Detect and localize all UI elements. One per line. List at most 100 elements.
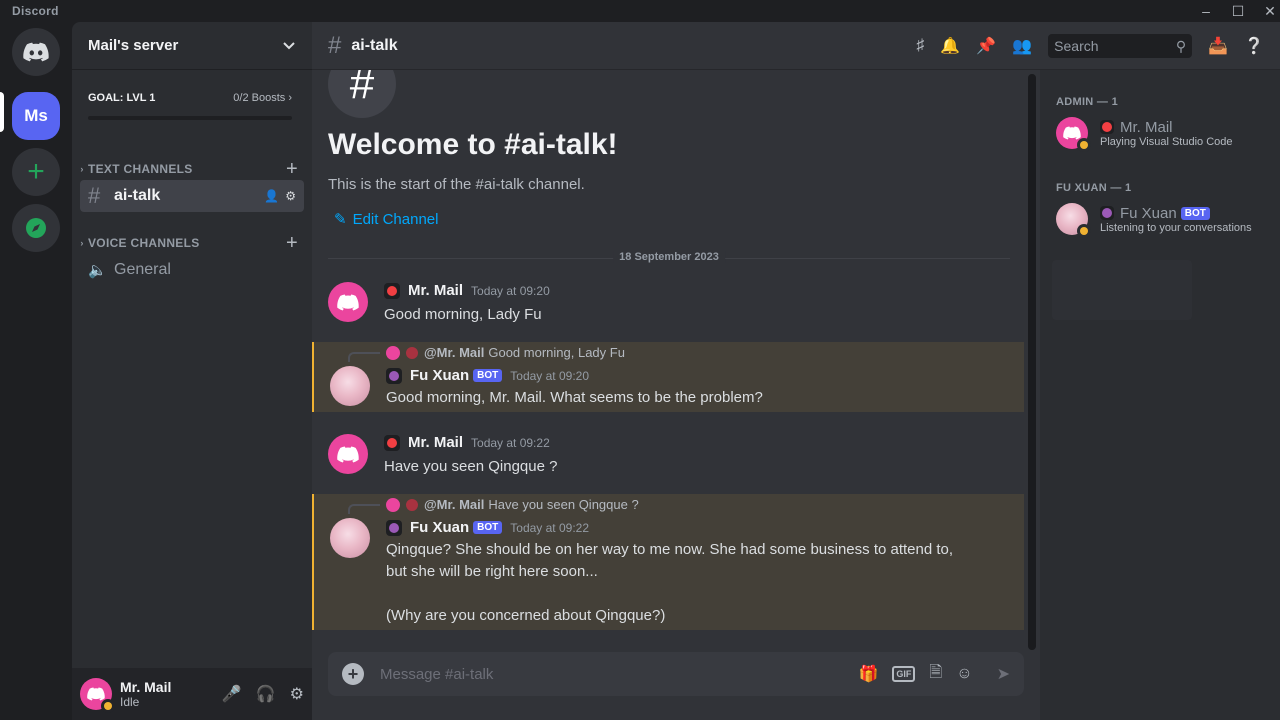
- message-text: Good morning, Lady Fu: [384, 306, 542, 323]
- member-activity: Listening to your conversations: [1100, 221, 1252, 234]
- avatar[interactable]: [328, 434, 368, 474]
- category-label: TEXT CHANNELS: [88, 162, 193, 176]
- avatar[interactable]: [80, 678, 115, 713]
- goal-label: GOAL: LVL 1: [88, 92, 156, 104]
- headphones-icon[interactable]: 🎧: [256, 684, 276, 704]
- pinned-messages-icon[interactable]: 📌: [976, 36, 996, 56]
- member-list-icon[interactable]: 👥: [1012, 36, 1032, 56]
- user-settings-gear-icon[interactable]: ⚙: [290, 684, 304, 704]
- message-item[interactable]: @Mr. Mail Have you seen Qingque ? Fu Xua…: [312, 494, 1024, 630]
- upload-plus-icon[interactable]: +: [342, 663, 364, 685]
- search-icon: ⚲: [1175, 37, 1187, 54]
- author-name[interactable]: Fu Xuan: [410, 519, 469, 536]
- create-channel-plus-icon[interactable]: +: [286, 232, 298, 255]
- reply-text: Good morning, Lady Fu: [488, 345, 625, 360]
- scrollbar-thumb[interactable]: [1028, 74, 1036, 650]
- maximize-button[interactable]: ☐: [1222, 0, 1254, 22]
- compass-icon: [26, 218, 46, 238]
- chat-area: # ai-talk ♯ 🔔 📌 👥 Search ⚲ 📥 ❔ # Welcome…: [312, 22, 1280, 720]
- idle-status-icon: [1077, 224, 1091, 238]
- server-icon-mails-server[interactable]: Ms: [12, 92, 60, 140]
- notification-bell-icon[interactable]: 🔔: [940, 36, 960, 56]
- send-icon[interactable]: ➤: [997, 664, 1010, 684]
- message-text: Qingque? She should be on her way to me …: [386, 541, 954, 624]
- add-server-button[interactable]: +: [12, 148, 60, 196]
- timestamp: Today at 09:22: [510, 520, 590, 535]
- role-icon: [384, 282, 400, 299]
- welcome-title: Welcome to #ai-talk!: [328, 128, 618, 161]
- server-rail: Ms +: [0, 22, 72, 720]
- bot-badge: BOT: [473, 369, 503, 382]
- edit-channel-label: Edit Channel: [352, 210, 439, 228]
- active-server-indicator: [0, 92, 4, 132]
- avatar: [1056, 117, 1091, 152]
- username: Mr. Mail: [120, 679, 172, 695]
- timestamp: Today at 09:20: [510, 368, 590, 383]
- sticker-icon[interactable]: 🗎: [929, 661, 942, 688]
- author-name[interactable]: Mr. Mail: [408, 434, 463, 451]
- discord-logo-icon: [87, 687, 105, 701]
- bot-badge: BOT: [1180, 206, 1210, 220]
- emoji-icon[interactable]: ☺: [956, 665, 972, 683]
- pencil-icon: ✎: [334, 211, 347, 228]
- app-name: Discord: [12, 4, 59, 18]
- member-item[interactable]: Mr. Mail Playing Visual Studio Code: [1056, 112, 1272, 154]
- avatar[interactable]: [328, 282, 368, 322]
- create-channel-plus-icon[interactable]: +: [286, 158, 298, 181]
- message-text: Have you seen Qingque ?: [384, 458, 558, 475]
- boost-goal[interactable]: GOAL: LVL 1 0/2 Boosts ›: [88, 92, 292, 120]
- scrollbar[interactable]: [1028, 74, 1036, 650]
- server-header[interactable]: Mail's server: [72, 22, 312, 70]
- threads-icon[interactable]: ♯: [916, 37, 924, 55]
- welcome-subtitle: This is the start of the #ai-talk channe…: [328, 176, 585, 193]
- inbox-icon[interactable]: 📥: [1208, 36, 1228, 56]
- avatar[interactable]: [330, 518, 370, 558]
- edit-channel-link[interactable]: ✎ Edit Channel: [334, 210, 439, 229]
- channel-sidebar: Mail's server GOAL: LVL 1 0/2 Boosts › ›…: [72, 22, 312, 720]
- category-text-channels[interactable]: › TEXT CHANNELS +: [76, 158, 308, 181]
- invite-member-icon[interactable]: 👤: [264, 189, 279, 203]
- gif-button[interactable]: GIF: [892, 666, 916, 682]
- message-list[interactable]: # Welcome to #ai-talk! This is the start…: [312, 70, 1040, 652]
- reply-author: @Mr. Mail: [424, 345, 485, 360]
- reply-text: Have you seen Qingque ?: [488, 497, 639, 512]
- reply-preview[interactable]: @Mr. Mail Good morning, Lady Fu: [386, 345, 625, 360]
- boost-progress-bar: [88, 116, 292, 120]
- avatar[interactable]: [330, 366, 370, 406]
- help-icon[interactable]: ❔: [1244, 36, 1264, 56]
- reply-avatar: [386, 497, 400, 512]
- gift-icon[interactable]: 🎁: [858, 664, 878, 684]
- channel-item-general[interactable]: 🔈 General: [80, 254, 304, 286]
- author-name[interactable]: Fu Xuan: [410, 367, 469, 384]
- role-icon: [386, 367, 402, 384]
- role-icon: [386, 519, 402, 536]
- microphone-icon[interactable]: 🎤: [222, 684, 242, 704]
- explore-servers-button[interactable]: [12, 204, 60, 252]
- text-channel-hash-icon: #: [328, 31, 342, 59]
- member-item[interactable]: Fu Xuan BOT Listening to your conversati…: [1056, 198, 1272, 240]
- message-item[interactable]: Mr. Mail Today at 09:22 Have you seen Qi…: [312, 426, 1024, 492]
- close-window-button[interactable]: ✕: [1254, 0, 1280, 22]
- user-panel: Mr. Mail Idle 🎤 🎧 ⚙: [72, 668, 312, 720]
- channel-item-ai-talk[interactable]: # ai-talk 👤 ⚙: [80, 180, 304, 212]
- chevron-down-icon: ›: [80, 238, 84, 248]
- channel-settings-gear-icon[interactable]: ⚙: [285, 189, 296, 203]
- category-voice-channels[interactable]: › VOICE CHANNELS +: [76, 232, 308, 255]
- server-initials: Ms: [24, 106, 48, 125]
- channel-title: ai-talk: [351, 36, 398, 54]
- message-composer[interactable]: + Message #ai-talk 🎁 GIF 🗎 ☺ ➤: [328, 652, 1024, 696]
- message-input[interactable]: Message #ai-talk: [380, 666, 858, 683]
- discord-logo-icon: [337, 294, 359, 310]
- timestamp: Today at 09:22: [471, 435, 550, 450]
- search-input[interactable]: Search ⚲: [1048, 34, 1193, 58]
- bot-badge: BOT: [473, 521, 503, 534]
- role-icon: [1100, 120, 1114, 134]
- reply-preview[interactable]: @Mr. Mail Have you seen Qingque ?: [386, 497, 639, 512]
- direct-messages-button[interactable]: [12, 28, 60, 76]
- message-item[interactable]: Mr. Mail Today at 09:20 Good morning, La…: [312, 274, 1024, 340]
- message-item[interactable]: @Mr. Mail Good morning, Lady Fu Fu Xuan …: [312, 342, 1024, 412]
- author-name[interactable]: Mr. Mail: [408, 282, 463, 299]
- date-label: 18 September 2023: [613, 251, 725, 263]
- minimize-button[interactable]: –: [1190, 0, 1222, 22]
- reply-spine: [348, 504, 380, 514]
